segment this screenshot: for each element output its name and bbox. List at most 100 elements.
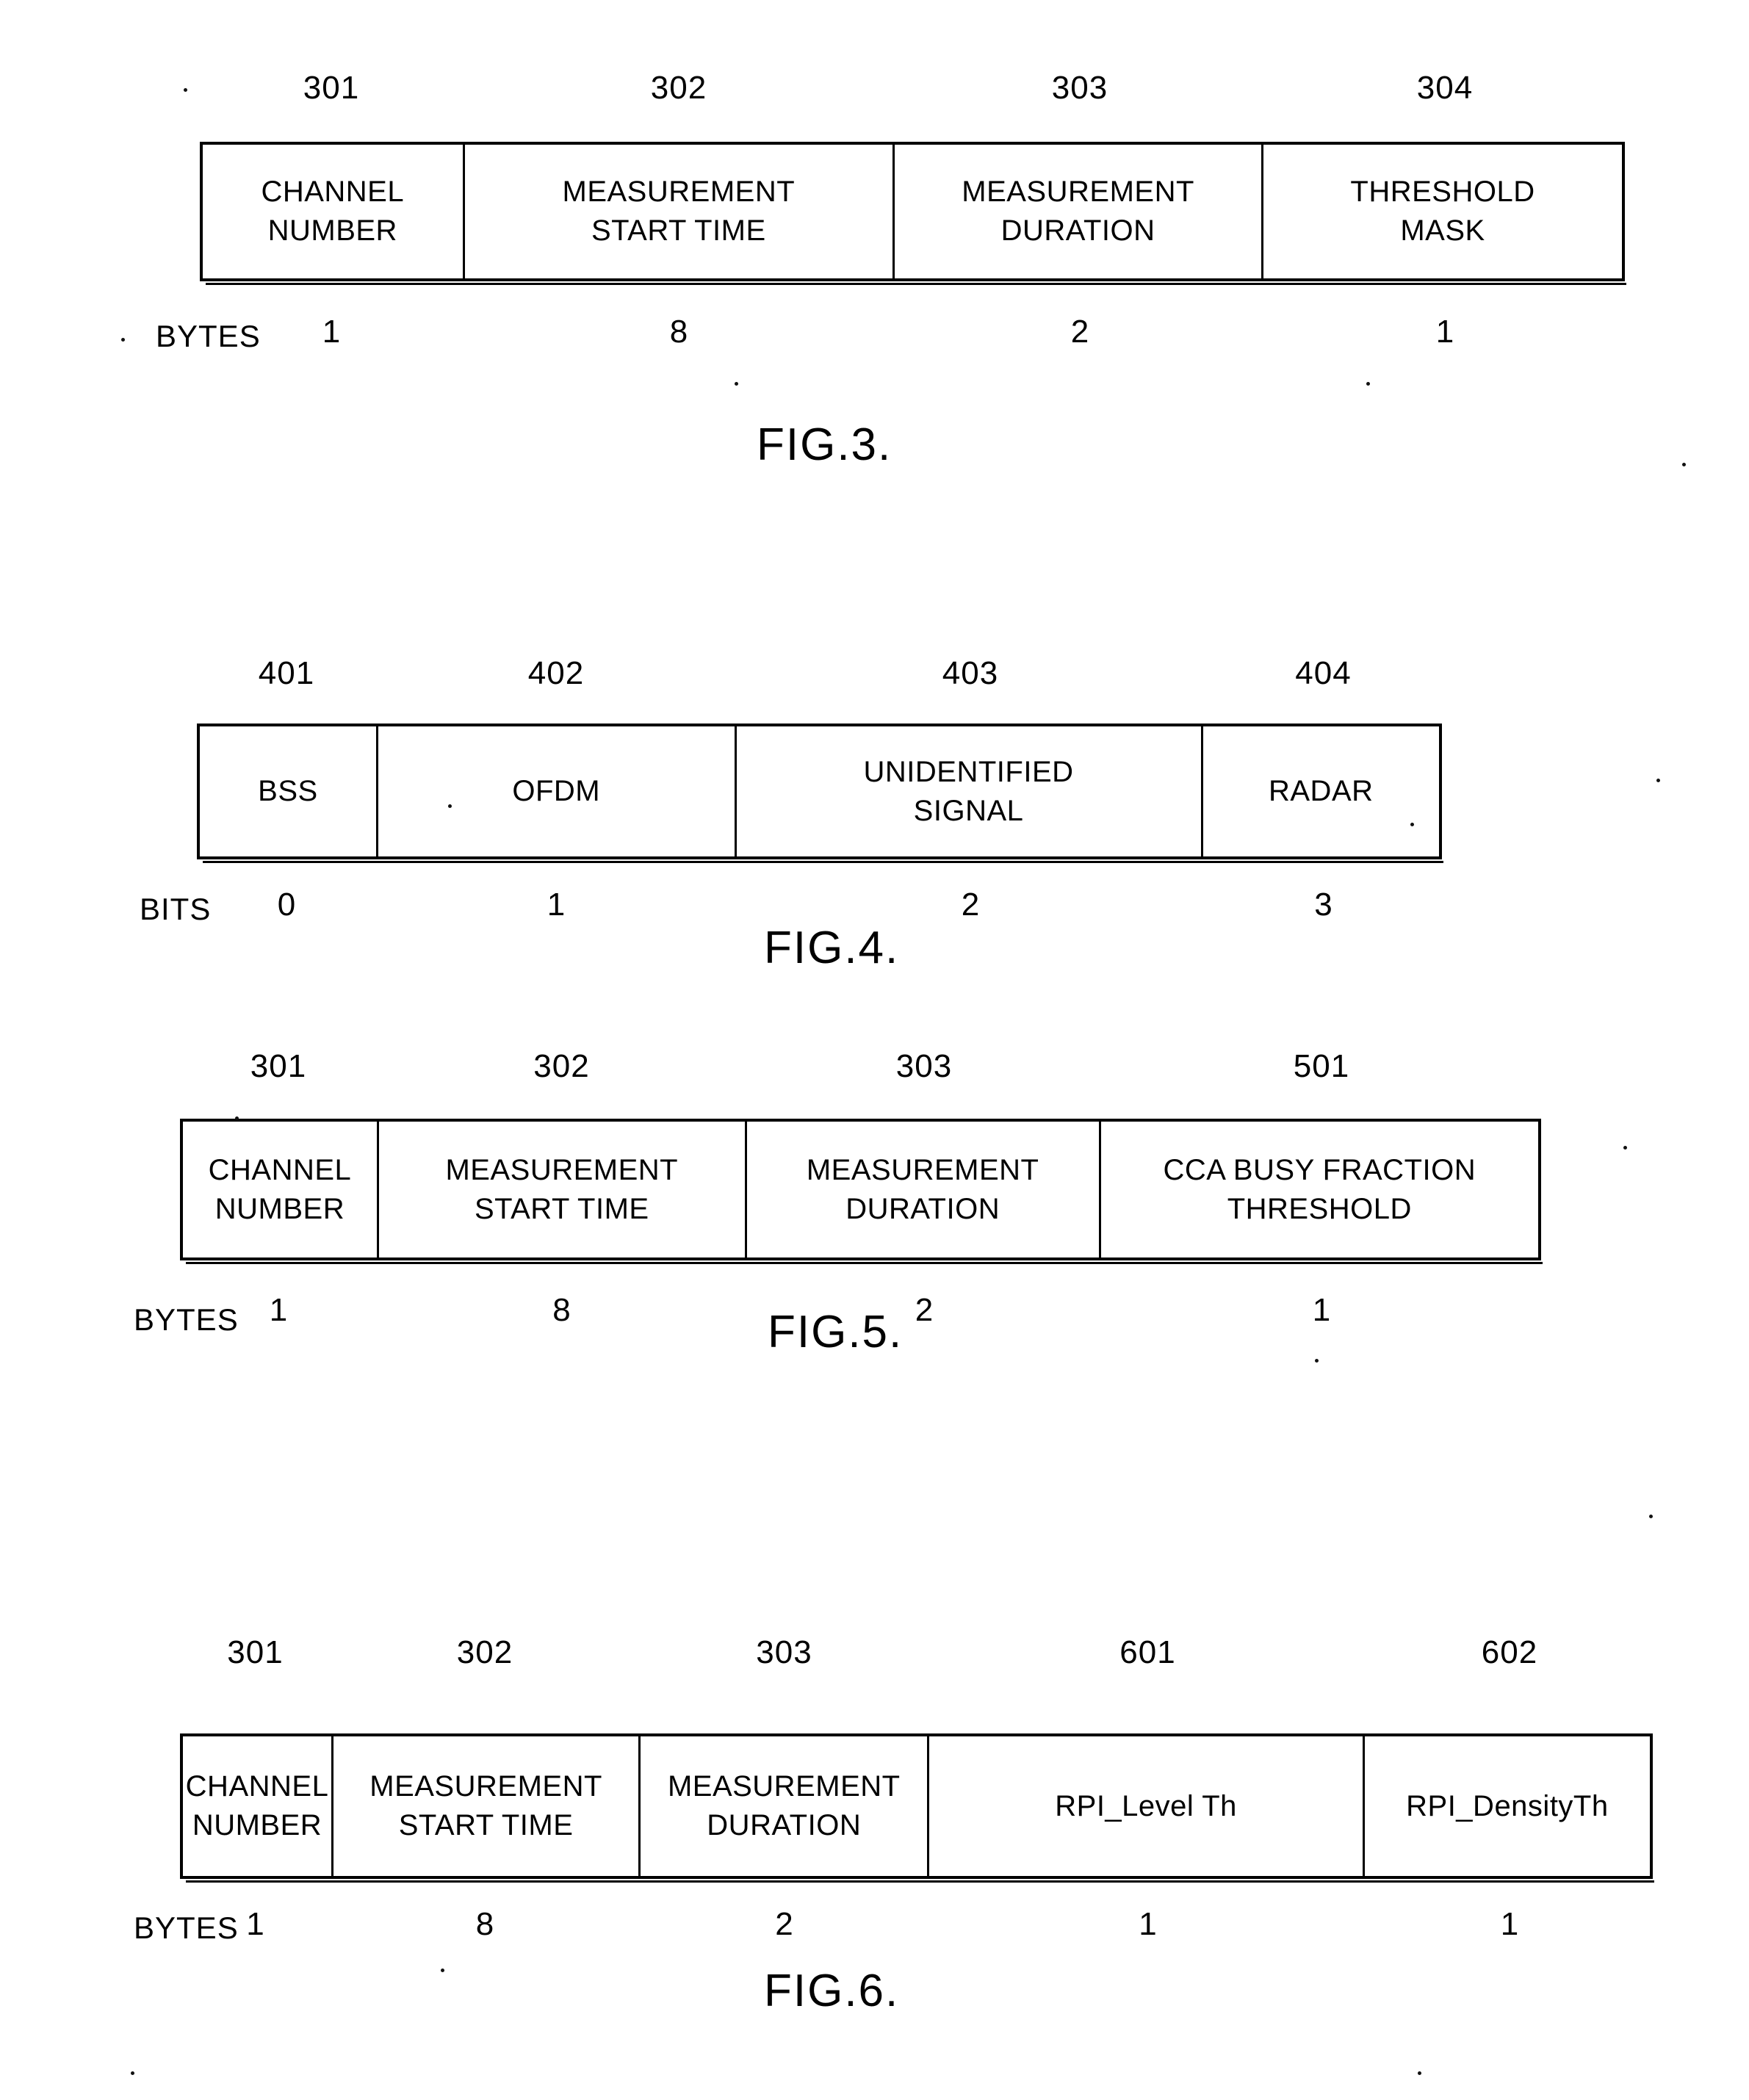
field-cca-busy-fraction-threshold: CCA BUSY FRACTION THRESHOLD (1101, 1122, 1538, 1258)
reference-numeral: 401 (258, 655, 315, 691)
field-line-2: DURATION (1000, 214, 1155, 247)
field-measurement-duration: MEASUREMENT DURATION (641, 1736, 930, 1876)
figure-5: 301 302 303 501 CHANNEL NUMBER MEASUREME… (0, 1021, 1749, 1601)
reference-numeral: 501 (1293, 1048, 1350, 1084)
field-line-2: SIGNAL (913, 794, 1024, 827)
field-measurement-duration: MEASUREMENT DURATION (895, 145, 1264, 278)
field-channel-number: CHANNEL NUMBER (183, 1736, 333, 1876)
field-line-1: BSS (258, 775, 318, 808)
scan-speckle (448, 804, 452, 808)
figure-4-reference-numerals: 401 402 403 404 (197, 657, 1442, 690)
scan-speckle (1649, 1515, 1653, 1518)
reference-numeral: 302 (650, 70, 707, 106)
field-rpi-level-threshold: RPI_Level Th (929, 1736, 1365, 1876)
figure-5-reference-numerals: 301 302 303 501 (180, 1050, 1541, 1083)
unit-value: 2 (775, 1906, 793, 1942)
unit-value: 2 (961, 887, 980, 923)
scan-speckle (1418, 2071, 1421, 2075)
field-unidentified-signal: UNIDENTIFIED SIGNAL (737, 726, 1203, 856)
field-channel-number: CHANNEL NUMBER (203, 145, 465, 278)
reference-numeral: 303 (756, 1634, 812, 1670)
field-radar: RADAR (1203, 726, 1439, 856)
unit-value: 1 (1139, 1906, 1157, 1942)
figure-6-units-row: 1 8 2 1 1 (180, 1908, 1653, 1941)
figure-5-caption: FIG.5. (768, 1307, 904, 1357)
scan-speckle (1682, 463, 1686, 466)
unit-value: 3 (1314, 887, 1333, 923)
field-line-1: CHANNEL (185, 1770, 329, 1803)
figure-3-units-row: 1 8 2 1 (200, 316, 1625, 348)
figure-6-reference-numerals: 301 302 303 601 602 (180, 1637, 1653, 1669)
figure-3-reference-numerals: 301 302 303 304 (200, 72, 1625, 104)
unit-value: 1 (1312, 1292, 1331, 1328)
figure-6: 301 302 303 601 602 CHANNEL NUMBER MEASU… (0, 1601, 1749, 2100)
field-measurement-start-time: MEASUREMENT START TIME (465, 145, 895, 278)
field-threshold-mask: THRESHOLD MASK (1263, 145, 1622, 278)
field-rpi-density-threshold: RPI_DensityTh (1365, 1736, 1650, 1876)
figure-3-caption: FIG.3. (757, 419, 892, 470)
field-line-1: CHANNEL (208, 1153, 352, 1186)
scan-speckle (441, 1969, 444, 1972)
field-measurement-start-time: MEASUREMENT START TIME (379, 1122, 747, 1258)
figure-4-units-row: 0 1 2 3 (197, 889, 1442, 921)
scan-speckle (1366, 382, 1370, 386)
unit-value: 1 (547, 887, 566, 923)
unit-value: 1 (1500, 1906, 1519, 1942)
field-line-1: MEASUREMENT (962, 176, 1194, 209)
field-line-1: MEASUREMENT (369, 1770, 602, 1803)
figure-6-caption: FIG.6. (764, 1966, 900, 2016)
field-line-1: CHANNEL (261, 176, 405, 209)
reference-numeral: 601 (1119, 1634, 1176, 1670)
figure-3: 301 302 303 304 CHANNEL NUMBER MEASUREME… (0, 0, 1749, 514)
reference-numeral: 303 (895, 1048, 953, 1084)
reference-numeral: 303 (1051, 70, 1108, 106)
unit-value: 2 (1070, 314, 1089, 350)
unit-value: 1 (246, 1906, 264, 1942)
scan-speckle (1623, 1146, 1627, 1150)
unit-value: 8 (552, 1292, 571, 1328)
unit-value: 0 (277, 887, 296, 923)
field-line-2: START TIME (474, 1192, 649, 1225)
unit-value: 8 (669, 314, 688, 350)
unit-value: 1 (1435, 314, 1454, 350)
unit-value: 8 (475, 1906, 494, 1942)
field-bss: BSS (200, 726, 378, 856)
field-line-1: CCA BUSY FRACTION (1163, 1153, 1476, 1186)
unit-value: 1 (269, 1292, 288, 1328)
field-measurement-start-time: MEASUREMENT START TIME (333, 1736, 641, 1876)
field-line-1: MEASUREMENT (562, 176, 796, 209)
field-line-2: DURATION (845, 1192, 1000, 1225)
scan-speckle (121, 338, 125, 342)
field-line-1: UNIDENTIFIED (863, 755, 1074, 788)
field-line-1: RPI_Level Th (1055, 1789, 1237, 1822)
field-line-2: START TIME (591, 214, 766, 247)
field-line-2: NUMBER (192, 1809, 322, 1841)
figure-4: 401 402 403 404 BSS OFDM UNIDENTIFIED SI… (0, 514, 1749, 1021)
figure-4-frame: BSS OFDM UNIDENTIFIED SIGNAL RADAR (197, 724, 1443, 863)
reference-numeral: 404 (1295, 655, 1352, 691)
field-measurement-duration: MEASUREMENT DURATION (747, 1122, 1101, 1258)
reference-numeral: 301 (250, 1048, 307, 1084)
scan-speckle (1410, 823, 1414, 826)
field-line-2: NUMBER (267, 214, 397, 247)
field-line-1: THRESHOLD (1350, 176, 1535, 209)
scan-speckle (235, 1116, 239, 1120)
reference-numeral: 402 (527, 655, 585, 691)
figure-6-frame: CHANNEL NUMBER MEASUREMENT START TIME ME… (180, 1733, 1654, 1883)
field-ofdm: OFDM (378, 726, 737, 856)
figure-3-frame: CHANNEL NUMBER MEASUREMENT START TIME ME… (200, 142, 1626, 285)
field-line-2: THRESHOLD (1227, 1192, 1412, 1225)
field-line-1: OFDM (512, 775, 601, 808)
field-line-2: MASK (1400, 214, 1485, 247)
field-line-1: RADAR (1268, 775, 1374, 808)
field-line-1: RPI_DensityTh (1406, 1789, 1609, 1822)
unit-value: 1 (322, 314, 341, 350)
scan-speckle (1656, 779, 1660, 782)
field-line-2: START TIME (398, 1809, 574, 1841)
field-line-1: MEASUREMENT (445, 1153, 679, 1186)
scan-speckle (131, 2071, 134, 2075)
field-channel-number: CHANNEL NUMBER (183, 1122, 379, 1258)
field-line-2: NUMBER (214, 1192, 345, 1225)
field-line-1: MEASUREMENT (806, 1153, 1039, 1186)
scan-speckle (1315, 1359, 1319, 1363)
